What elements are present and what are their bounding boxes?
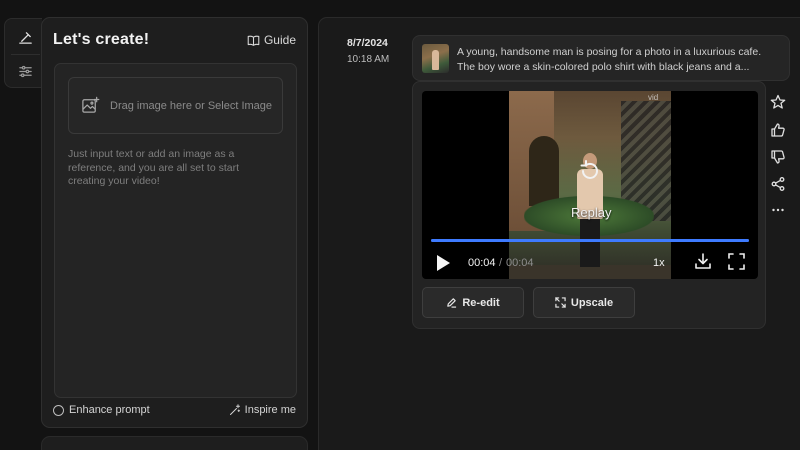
upscale-label: Upscale — [570, 296, 614, 309]
re-edit-label: Re-edit — [462, 296, 500, 309]
book-icon — [247, 35, 260, 46]
re-edit-button[interactable]: Re-edit — [422, 287, 524, 318]
generation-date: 8/7/2024 — [347, 37, 388, 49]
image-upload-dropzone[interactable]: Drag image here or Select Image — [68, 77, 283, 134]
radio-icon — [53, 404, 64, 416]
result-actions: Re-edit Upscale — [422, 287, 635, 318]
upload-label: Drag image here or Select Image — [110, 99, 273, 112]
guide-link[interactable]: Guide — [247, 33, 296, 47]
upscale-button[interactable]: Upscale — [533, 287, 635, 318]
add-image-icon — [82, 96, 100, 113]
enhance-prompt-toggle[interactable]: Enhance prompt — [53, 404, 150, 416]
rail-divider — [11, 54, 40, 55]
current-time: 00:04 — [468, 257, 496, 269]
magic-wand-icon — [229, 404, 240, 415]
generation-card: A young, handsome man is posing for a ph… — [412, 35, 790, 329]
replay-label: Replay — [571, 205, 612, 220]
pencil-icon — [447, 298, 457, 308]
progress-bar[interactable] — [431, 239, 749, 242]
time-separator: / — [499, 257, 503, 269]
video-result-card: vid Replay 00:04 / 00:04 1x Re-edit Upsc… — [412, 81, 766, 329]
inspire-me-button[interactable]: Inspire me — [229, 404, 296, 416]
prompt-summary[interactable]: A young, handsome man is posing for a ph… — [412, 35, 790, 81]
more-icon[interactable] — [770, 202, 786, 218]
prompt-input-area[interactable]: Drag image here or Select Image Just inp… — [54, 63, 297, 398]
expand-icon — [555, 297, 566, 308]
create-panel: Let's create! Guide Drag image here or S… — [41, 17, 308, 428]
lower-panel — [41, 436, 308, 450]
prompt-placeholder-hint: Just input text or add an image as a ref… — [68, 148, 240, 187]
prompt-text: A young, handsome man is posing for a ph… — [457, 46, 762, 73]
guide-label: Guide — [263, 33, 296, 47]
generation-time: 10:18 AM — [347, 54, 390, 65]
total-time: 00:04 — [506, 257, 534, 269]
thumbs-down-icon[interactable] — [770, 149, 786, 165]
star-icon[interactable] — [770, 94, 786, 110]
fullscreen-icon[interactable] — [728, 253, 745, 270]
download-icon[interactable] — [694, 252, 712, 270]
enhance-label: Enhance prompt — [69, 404, 150, 416]
create-brush-icon[interactable] — [15, 27, 35, 47]
video-player[interactable]: vid Replay 00:04 / 00:04 1x — [422, 91, 758, 279]
playback-speed[interactable]: 1x — [653, 257, 665, 269]
share-icon[interactable] — [770, 176, 786, 192]
progress-fill — [431, 239, 749, 242]
play-icon[interactable] — [435, 254, 451, 272]
replay-icon[interactable] — [578, 159, 602, 183]
thumbs-up-icon[interactable] — [770, 122, 786, 138]
left-tool-rail — [4, 18, 42, 88]
panel-title: Let's create! — [53, 31, 150, 48]
player-controls: 00:04 / 00:04 1x — [422, 249, 758, 279]
reference-thumbnail — [422, 44, 449, 73]
sliders-icon[interactable] — [15, 61, 35, 81]
inspire-label: Inspire me — [244, 404, 296, 416]
